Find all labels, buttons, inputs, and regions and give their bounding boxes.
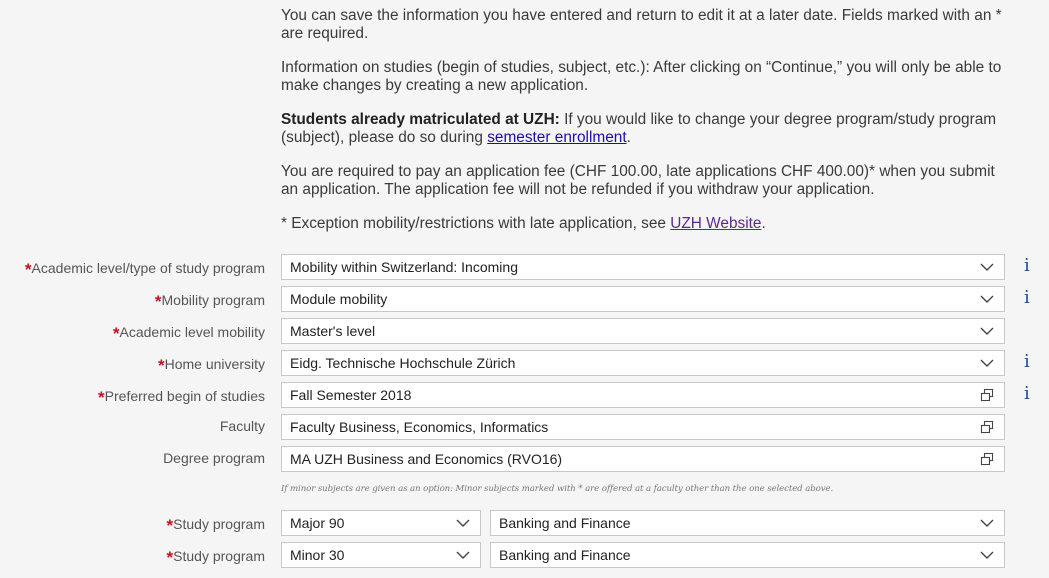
chevron-down-icon: [980, 295, 994, 303]
faculty-row: Faculty Faculty Business, Economics, Inf…: [0, 414, 1049, 440]
academic-level-select[interactable]: Mobility within Switzerland: Incoming: [281, 254, 1005, 280]
info-icon[interactable]: i: [1024, 383, 1030, 404]
faculty-field[interactable]: Faculty Business, Economics, Informatics: [281, 414, 1005, 440]
academic-level-mobility-row: *Academic level mobility Master's level: [0, 318, 1049, 344]
matriculated-heading: Students already matriculated at UZH:: [281, 111, 560, 128]
chevron-down-icon: [980, 551, 994, 559]
matriculated-end: .: [626, 129, 631, 146]
home-university-value: Eidg. Technische Hochschule Zürich: [290, 355, 516, 371]
exception-end: .: [761, 215, 766, 232]
open-popup-icon: [980, 420, 994, 434]
faculty-value: Faculty Business, Economics, Informatics: [290, 419, 549, 435]
info-icon[interactable]: i: [1024, 255, 1030, 276]
degree-program-field[interactable]: MA UZH Business and Economics (RVO16): [281, 446, 1005, 472]
required-marker: *: [166, 516, 174, 535]
mobility-program-label: *Mobility program: [154, 292, 265, 311]
info-icon[interactable]: i: [1024, 287, 1030, 308]
intro-matriculated-info: Students already matriculated at UZH: If…: [281, 111, 1011, 147]
academic-level-mobility-select[interactable]: Master's level: [281, 318, 1005, 344]
study-program-subject-value: Banking and Finance: [499, 547, 631, 563]
semester-enrollment-link[interactable]: semester enrollment: [487, 129, 626, 146]
study-program-label: *Study program: [166, 548, 265, 567]
required-marker: *: [112, 324, 120, 343]
home-university-row: *Home university Eidg. Technische Hochsc…: [0, 350, 1049, 376]
required-marker: *: [98, 388, 105, 407]
study-program-type-value: Major 90: [290, 515, 345, 531]
chevron-down-icon: [980, 263, 994, 271]
mobility-program-value: Module mobility: [290, 291, 388, 307]
academic-level-mobility-value: Master's level: [290, 323, 376, 339]
chevron-down-icon: [456, 519, 470, 527]
intro-studies-info: Information on studies (begin of studies…: [281, 59, 1002, 94]
academic-level-row: *Academic level/type of study program Mo…: [0, 254, 1049, 280]
study-program-row-2: *Study program Minor 30 Banking and Fina…: [0, 542, 1049, 568]
required-marker: *: [158, 356, 165, 375]
required-marker: *: [24, 260, 32, 279]
study-program-row-1: *Study program Major 90 Banking and Fina…: [0, 510, 1049, 536]
open-popup-icon: [980, 452, 994, 466]
begin-of-studies-row: *Preferred begin of studies Fall Semeste…: [0, 382, 1049, 408]
study-program-type-select[interactable]: Minor 30: [281, 542, 481, 568]
begin-of-studies-field[interactable]: Fall Semester 2018: [281, 382, 1005, 408]
study-program-label: *Study program: [166, 516, 265, 535]
begin-of-studies-value: Fall Semester 2018: [290, 387, 412, 403]
chevron-down-icon: [980, 327, 994, 335]
chevron-down-icon: [980, 359, 994, 367]
minor-subjects-note: If minor subjects are given as an option…: [281, 484, 834, 494]
intro-save-info: You can save the information you have en…: [281, 7, 1002, 42]
info-icon[interactable]: i: [1024, 351, 1030, 372]
study-program-subject-select[interactable]: Banking and Finance: [490, 510, 1005, 536]
study-program-type-value: Minor 30: [290, 547, 345, 563]
mobility-program-select[interactable]: Module mobility: [281, 286, 1005, 312]
study-program-subject-value: Banking and Finance: [499, 515, 631, 531]
chevron-down-icon: [456, 551, 470, 559]
faculty-label: Faculty: [219, 418, 265, 434]
open-popup-icon: [980, 388, 994, 402]
degree-program-row: Degree program MA UZH Business and Econo…: [0, 446, 1049, 472]
uzh-website-link[interactable]: UZH Website: [670, 215, 761, 232]
study-program-subject-select[interactable]: Banking and Finance: [490, 542, 1005, 568]
academic-level-value: Mobility within Switzerland: Incoming: [290, 259, 518, 275]
intro-exception-info: * Exception mobility/restrictions with l…: [281, 215, 1011, 233]
home-university-select[interactable]: Eidg. Technische Hochschule Zürich: [281, 350, 1005, 376]
home-university-label: *Home university: [158, 356, 265, 375]
required-marker: *: [154, 292, 162, 311]
study-program-type-select[interactable]: Major 90: [281, 510, 481, 536]
degree-program-label: Degree program: [163, 450, 265, 466]
required-marker: *: [166, 548, 174, 567]
intro-fee-info: You are required to pay an application f…: [281, 163, 995, 198]
degree-program-value: MA UZH Business and Economics (RVO16): [290, 451, 563, 467]
academic-level-mobility-label: *Academic level mobility: [112, 324, 265, 343]
chevron-down-icon: [980, 519, 994, 527]
academic-level-label: *Academic level/type of study program: [24, 260, 265, 279]
mobility-program-row: *Mobility program Module mobility i: [0, 286, 1049, 312]
begin-of-studies-label: *Preferred begin of studies: [98, 388, 265, 407]
exception-text: * Exception mobility/restrictions with l…: [281, 215, 671, 232]
application-form-page: You can save the information you have en…: [0, 0, 1049, 578]
intro-text: You can save the information you have en…: [281, 7, 1011, 233]
